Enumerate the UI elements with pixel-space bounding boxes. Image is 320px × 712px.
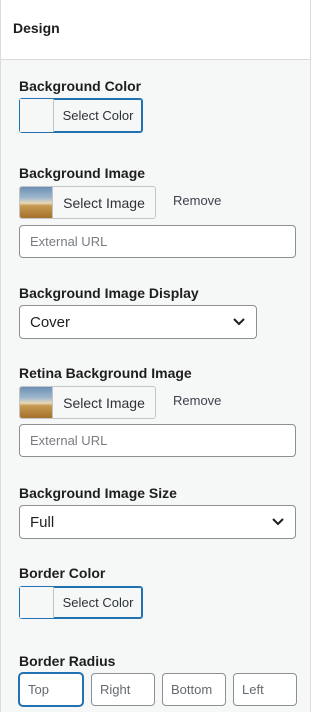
select-image-label: Select Image bbox=[63, 394, 145, 411]
border-radius-right-input[interactable] bbox=[91, 673, 155, 706]
background-image-remove-link[interactable]: Remove bbox=[173, 193, 221, 208]
retina-image-select-button[interactable]: Select Image bbox=[19, 386, 156, 419]
background-image-display-label: Background Image Display bbox=[19, 285, 199, 301]
border-radius-label: Border Radius bbox=[19, 653, 116, 669]
select-value: Full bbox=[30, 513, 55, 531]
retina-image-remove-link[interactable]: Remove bbox=[173, 393, 221, 408]
panel-title: Design bbox=[1, 0, 310, 60]
background-color-button[interactable]: Select Color bbox=[19, 98, 143, 133]
retina-image-url-input[interactable] bbox=[19, 424, 296, 457]
border-radius-top-input[interactable] bbox=[19, 673, 83, 706]
background-image-url-input[interactable] bbox=[19, 225, 296, 258]
image-thumbnail bbox=[20, 187, 53, 218]
color-swatch bbox=[20, 587, 54, 618]
background-image-label: Background Image bbox=[19, 165, 146, 181]
background-color-label: Background Color bbox=[19, 78, 142, 94]
border-radius-left-input[interactable] bbox=[233, 673, 297, 706]
color-swatch bbox=[20, 99, 54, 132]
select-color-label: Select Color bbox=[62, 595, 134, 610]
background-image-size-label: Background Image Size bbox=[19, 485, 177, 501]
border-color-button[interactable]: Select Color bbox=[19, 586, 143, 619]
design-panel: Design Background Color Select Color Bac… bbox=[0, 0, 311, 712]
background-image-size-select[interactable]: Full bbox=[19, 505, 296, 539]
border-color-label: Border Color bbox=[19, 565, 106, 581]
chevron-down-icon bbox=[272, 518, 284, 526]
image-thumbnail bbox=[20, 387, 53, 418]
chevron-down-icon bbox=[233, 318, 245, 326]
background-image-display-select[interactable]: Cover bbox=[19, 305, 257, 339]
select-image-label: Select Image bbox=[63, 194, 145, 211]
background-image-select-button[interactable]: Select Image bbox=[19, 186, 156, 219]
retina-background-image-label: Retina Background Image bbox=[19, 365, 192, 381]
select-color-label: Select Color bbox=[62, 108, 134, 123]
select-value: Cover bbox=[30, 313, 71, 331]
border-radius-bottom-input[interactable] bbox=[162, 673, 226, 706]
